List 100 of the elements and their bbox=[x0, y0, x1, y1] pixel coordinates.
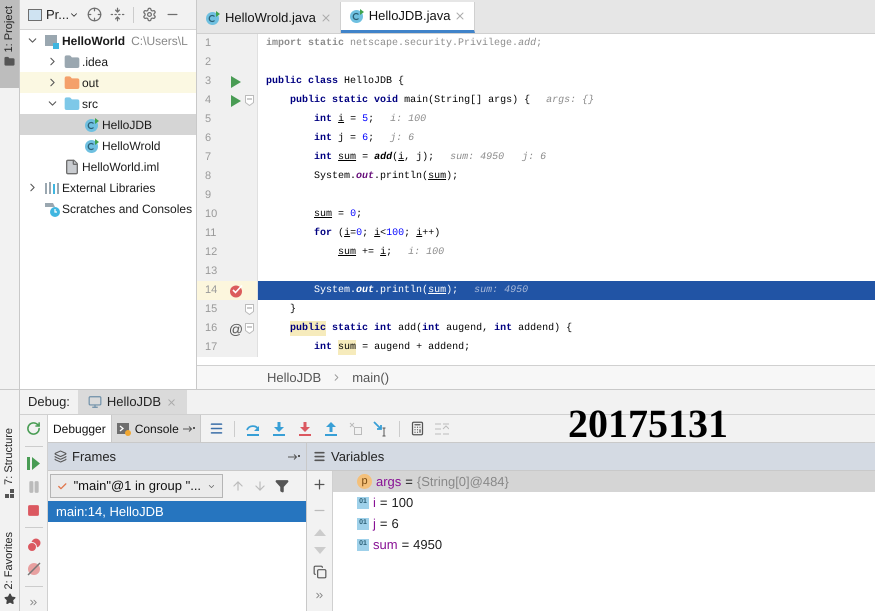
tree-item[interactable]: HelloJDB bbox=[20, 114, 196, 135]
list-icon bbox=[313, 450, 326, 463]
monitor-icon bbox=[88, 395, 102, 409]
session-tab[interactable]: HelloJDB bbox=[78, 390, 188, 414]
fold-marker-icon[interactable] bbox=[245, 323, 254, 334]
folder-icon bbox=[4, 56, 15, 68]
tab-label: HelloWrold.java bbox=[225, 8, 316, 27]
stop-icon[interactable] bbox=[27, 504, 40, 517]
calculator-icon[interactable] bbox=[410, 421, 425, 436]
file-icon bbox=[64, 158, 80, 174]
tree-item[interactable]: External Libraries bbox=[20, 177, 196, 198]
filter-icon[interactable] bbox=[275, 479, 289, 493]
tree-item[interactable]: src bbox=[20, 93, 196, 114]
line-number: 13 bbox=[204, 264, 218, 280]
code-line: public static int add(int augend, int addend) { bbox=[257, 319, 875, 338]
mute-breakpoints-icon[interactable] bbox=[26, 562, 40, 576]
pin-icon[interactable] bbox=[182, 424, 195, 432]
line-number: 5 bbox=[204, 112, 212, 128]
tree-item-label: HelloWrold bbox=[102, 138, 160, 154]
step-out-icon[interactable] bbox=[322, 420, 339, 436]
tree-item-label: External Libraries bbox=[62, 180, 156, 196]
folder-icon bbox=[64, 96, 80, 112]
debug-tab[interactable]: Console bbox=[112, 415, 201, 442]
tree-item-label: out bbox=[82, 74, 99, 92]
close-icon[interactable] bbox=[454, 10, 466, 22]
favorites-tool-tab[interactable]: 2: Favorites bbox=[1, 532, 18, 589]
class-icon bbox=[205, 10, 221, 26]
tree-item[interactable]: out bbox=[20, 72, 196, 93]
close-icon[interactable] bbox=[320, 12, 332, 24]
tree-item[interactable]: HelloWrold bbox=[20, 135, 196, 156]
line-number: 4 bbox=[204, 93, 212, 108]
breadcrumb-item[interactable]: main() bbox=[352, 368, 390, 388]
line-number: 17 bbox=[204, 340, 218, 356]
close-icon[interactable] bbox=[166, 396, 178, 408]
code-line: int i = 5; i: 100 bbox=[257, 110, 875, 129]
tree-item-label: src bbox=[82, 96, 98, 112]
tree-item[interactable]: Scratches and Consoles bbox=[20, 198, 196, 219]
copy-icon[interactable] bbox=[312, 565, 326, 579]
debug-tab[interactable]: Debugger bbox=[48, 415, 112, 442]
line-number: 15 bbox=[204, 302, 218, 318]
panel-icon bbox=[28, 8, 42, 20]
breakpoints-icon[interactable] bbox=[26, 538, 40, 552]
code-line: } bbox=[257, 300, 875, 319]
code-line: sum += i; i: 100 bbox=[257, 243, 875, 262]
fold-marker-icon[interactable] bbox=[245, 95, 254, 106]
code-line: int sum = augend + addend; bbox=[257, 338, 875, 357]
tree-item-label: HelloJDB bbox=[102, 116, 152, 134]
more-icon[interactable] bbox=[28, 597, 39, 608]
run-icon[interactable] bbox=[231, 94, 241, 106]
menu-icon[interactable] bbox=[208, 421, 224, 436]
pin-icon[interactable] bbox=[288, 452, 300, 460]
add-icon[interactable] bbox=[312, 477, 327, 492]
breadcrumb-item[interactable]: HelloJDB bbox=[267, 368, 322, 388]
variables-title: Variables bbox=[331, 448, 384, 466]
force-step-into-icon[interactable] bbox=[296, 420, 313, 436]
locate-icon[interactable] bbox=[87, 7, 102, 22]
tree-item[interactable]: .idea bbox=[20, 51, 196, 72]
structure-icon bbox=[4, 488, 14, 499]
tree-item[interactable]: HelloWorld.iml bbox=[20, 156, 196, 177]
tree-item[interactable]: HelloWorld C:\Users\L bbox=[20, 30, 196, 51]
line-number: 3 bbox=[204, 74, 212, 90]
session-label: HelloJDB bbox=[106, 393, 162, 412]
fold-marker-icon[interactable] bbox=[245, 304, 254, 315]
override-marker[interactable]: @ bbox=[228, 322, 244, 336]
frame-item[interactable]: main:14, HelloJDB bbox=[48, 501, 306, 522]
tree-item-label: HelloWorld bbox=[62, 32, 126, 50]
line-number: 6 bbox=[204, 131, 212, 146]
structure-tool-tab[interactable]: 7: Structure bbox=[1, 428, 18, 485]
rerun-icon[interactable] bbox=[26, 421, 41, 436]
folder-icon bbox=[64, 74, 80, 90]
tree-item-label: Scratches and Consoles bbox=[62, 200, 192, 218]
module-icon bbox=[44, 32, 60, 48]
settings-icon[interactable] bbox=[142, 7, 158, 22]
variable-row[interactable]: p args = {String[0]@484} bbox=[333, 471, 875, 492]
tab-label: HelloJDB.java bbox=[368, 7, 450, 26]
line-number: 11 bbox=[204, 226, 218, 242]
resume-icon[interactable] bbox=[27, 457, 40, 470]
more-icon[interactable] bbox=[314, 590, 325, 601]
drop-frame-icon[interactable] bbox=[348, 422, 363, 436]
trace-icon[interactable] bbox=[434, 422, 449, 434]
project-path: C:\Users\L bbox=[131, 32, 188, 50]
thread-dropdown[interactable]: "main"@1 in group "... bbox=[50, 474, 223, 498]
debug-title: Debug: bbox=[27, 393, 71, 412]
run-icon[interactable] bbox=[231, 76, 241, 88]
pause-icon[interactable] bbox=[26, 480, 40, 494]
folder-icon bbox=[64, 54, 80, 70]
code-line: int j = 6; j: 6 bbox=[257, 129, 875, 148]
collapse-icon[interactable] bbox=[110, 7, 126, 22]
step-into-icon[interactable] bbox=[270, 420, 287, 436]
line-number: 2 bbox=[204, 55, 212, 70]
line-number: 12 bbox=[204, 245, 218, 260]
view-selector[interactable]: Pr... bbox=[46, 4, 80, 24]
code-line: sum = 0; bbox=[257, 205, 875, 224]
breakpoint-icon[interactable] bbox=[229, 284, 243, 298]
tree-item-label: .idea bbox=[82, 54, 108, 70]
tree-item-label: HelloWorld.iml bbox=[82, 158, 160, 176]
class-icon bbox=[348, 8, 365, 24]
star-icon bbox=[4, 593, 16, 605]
editor-tab[interactable]: HelloJDB.java bbox=[340, 2, 476, 33]
code-line: for (i=0; i<100; i++) bbox=[257, 224, 875, 243]
